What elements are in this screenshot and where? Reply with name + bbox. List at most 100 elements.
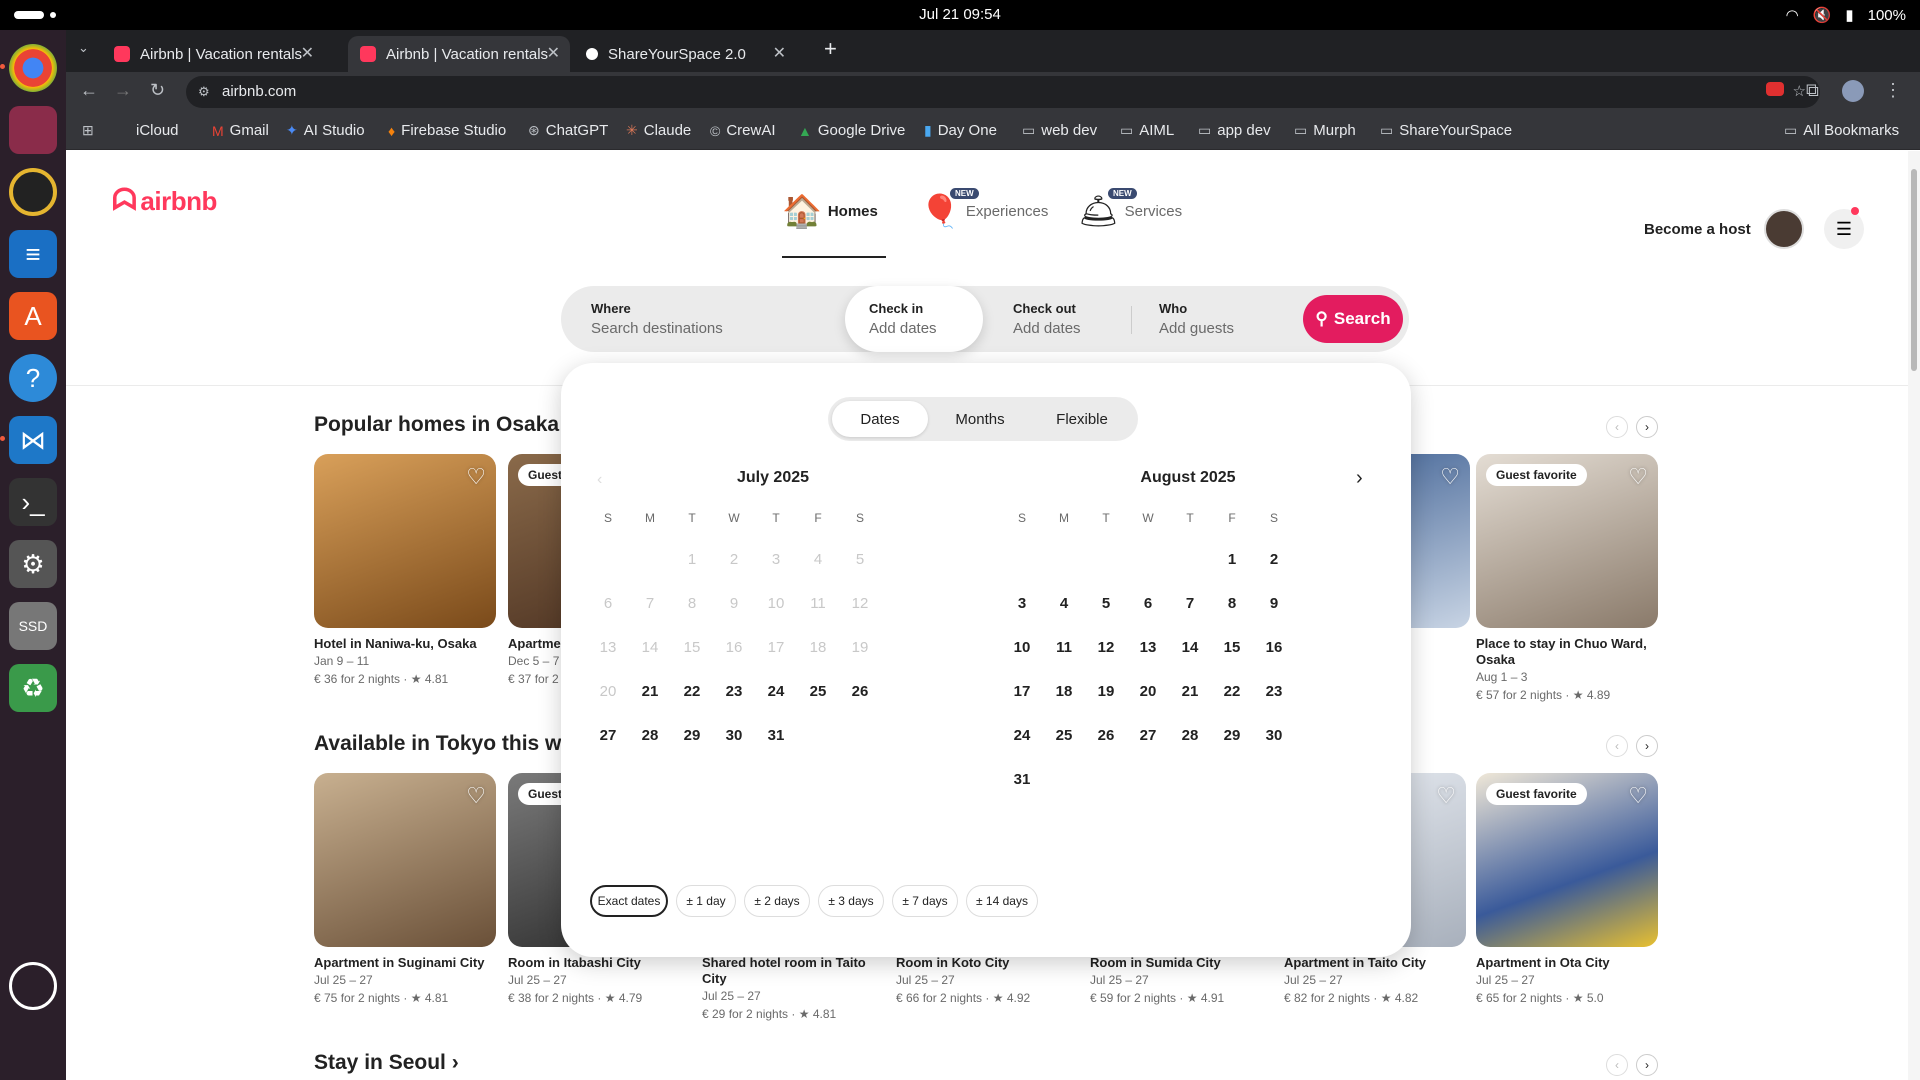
calendar-day[interactable]: 13 [1126,625,1170,669]
calendar-day[interactable]: 12 [1084,625,1128,669]
calendar-day[interactable]: 16 [1252,625,1296,669]
listing-card[interactable]: ♡ Hotel in Naniwa-ku, Osaka Jan 9 – 11 €… [314,454,496,686]
who-field[interactable]: Who Add guests [1129,286,1299,352]
calendar-day[interactable]: 28 [628,713,672,757]
calendar-day[interactable]: 15 [1210,625,1254,669]
next-month-icon[interactable]: › [1356,467,1363,490]
calendar-day[interactable]: 27 [1126,713,1170,757]
next-arrow-icon[interactable]: › [1636,1054,1658,1076]
category-experiences[interactable]: 🎈 NEW Experiences [920,181,1048,241]
reload-icon[interactable]: ↻ [150,80,165,101]
extension-icon[interactable] [1766,82,1784,96]
drive-icon[interactable]: SSD [9,602,57,650]
prev-month-icon[interactable]: ‹ [597,471,602,489]
bookmark-folder-murph[interactable]: ▭ Murph [1294,122,1356,139]
prev-arrow-icon[interactable]: ‹ [1606,416,1628,438]
profile-avatar[interactable] [1842,80,1864,102]
calendar-day[interactable]: 1 [1210,537,1254,581]
calendar-day[interactable]: 31 [1000,757,1044,801]
listing-photo[interactable]: Guest favorite ♡ [1476,773,1658,947]
mode-flexible-tab[interactable]: Flexible [1034,401,1130,437]
heart-icon[interactable]: ♡ [1628,464,1648,490]
listing-card[interactable]: ♡ Apartment in Suginami City Jul 25 – 27… [314,773,496,1005]
section-title-tokyo[interactable]: Available in Tokyo this wee [314,732,585,756]
tab-airbnb-2-active[interactable]: Airbnb | Vacation rentals ✕ [348,36,570,72]
bookmark-star-icon[interactable]: ☆ [1793,76,1806,108]
listing-card[interactable]: Guest favorite ♡ Apartment in Ota City Ju… [1476,773,1658,1005]
heart-icon[interactable]: ♡ [466,464,486,490]
prev-arrow-icon[interactable]: ‹ [1606,735,1628,757]
settings-icon[interactable]: ⚙ [9,540,57,588]
close-tab-icon[interactable]: ✕ [547,43,560,63]
calendar-day[interactable]: 26 [1084,713,1128,757]
extensions-puzzle-icon[interactable]: ⧉ [1806,80,1819,101]
calendar-day[interactable]: 29 [670,713,714,757]
category-services[interactable]: 🛎 NEW Services [1078,181,1182,241]
check-out-field[interactable]: Check out Add dates [983,286,1131,352]
calendar-day[interactable]: 19 [1084,669,1128,713]
calendar-day[interactable]: 8 [1210,581,1254,625]
calendar-day[interactable]: 20 [1126,669,1170,713]
calendar-day[interactable]: 17 [1000,669,1044,713]
rhythmbox-icon[interactable] [9,168,57,216]
flex-day-chip[interactable]: ± 7 days [892,885,958,917]
close-tab-icon[interactable]: ✕ [301,43,314,63]
bookmark-folder-web-dev[interactable]: ▭ web dev [1022,122,1097,139]
apps-grid-icon[interactable]: ⊞ [82,122,94,139]
calendar-day[interactable]: 7 [1168,581,1212,625]
calendar-day[interactable]: 30 [712,713,756,757]
search-button[interactable]: ⚲ Search [1303,295,1403,343]
bookmark-day-one[interactable]: ▮ Day One [924,122,997,139]
calendar-day[interactable]: 18 [1042,669,1086,713]
bookmark-ai-studio[interactable]: ✦ AI Studio [286,122,365,139]
help-icon[interactable]: ? [9,354,57,402]
calendar-day[interactable]: 24 [1000,713,1044,757]
calendar-day[interactable]: 14 [1168,625,1212,669]
bookmark-claude[interactable]: ✳ Claude [626,122,691,139]
where-field[interactable]: Where Search destinations [561,286,845,352]
airbnb-logo[interactable]: ᗣ airbnb [112,184,217,218]
avatar[interactable] [1764,209,1804,249]
next-arrow-icon[interactable]: › [1636,416,1658,438]
calendar-day[interactable]: 11 [1042,625,1086,669]
browser-menu-icon[interactable]: ⋮ [1884,80,1902,101]
close-tab-icon[interactable]: ✕ [773,43,786,63]
flex-day-chip[interactable]: ± 2 days [744,885,810,917]
calendar-day[interactable]: 25 [796,669,840,713]
bookmark-folder-shareyourspace[interactable]: ▭ ShareYourSpace [1380,122,1512,139]
writer-icon[interactable]: ≡ [9,230,57,278]
calendar-day[interactable]: 5 [1084,581,1128,625]
bookmark-crewai[interactable]: © CrewAI [710,122,776,139]
calendar-day[interactable]: 4 [1042,581,1086,625]
bookmark-chatgpt[interactable]: ⊛ ChatGPT [528,122,608,139]
section-title-osaka[interactable]: Popular homes in Osaka › [314,413,572,437]
heart-icon[interactable]: ♡ [1436,783,1456,809]
bookmark-folder-aiml[interactable]: ▭ AIML [1120,122,1174,139]
calendar-day[interactable]: 31 [754,713,798,757]
listing-card[interactable]: Guest favorite ♡ Place to stay in Chuo Wa… [1476,454,1658,702]
section-title-seoul[interactable]: Stay in Seoul › [314,1051,459,1075]
flex-day-chip[interactable]: ± 1 day [676,885,736,917]
listing-photo[interactable]: ♡ [314,454,496,628]
trash-icon[interactable]: ♻ [9,664,57,712]
app-center-icon[interactable]: A [9,292,57,340]
calendar-day[interactable]: 22 [670,669,714,713]
bookmark-firebase-studio[interactable]: ♦ Firebase Studio [388,122,506,139]
mode-dates-tab[interactable]: Dates [832,401,928,437]
menu-button[interactable]: ☰ [1824,209,1864,249]
category-homes[interactable]: 🏠 Homes [782,181,878,241]
heart-icon[interactable]: ♡ [466,783,486,809]
bookmark-folder-app-dev[interactable]: ▭ app dev [1198,122,1271,139]
scrollbar-thumb[interactable] [1911,169,1917,371]
calendar-day[interactable]: 6 [1126,581,1170,625]
listing-card[interactable]: Shared hotel room in Taito City Jul 25 –… [702,947,884,1021]
listing-photo[interactable]: Guest favorite ♡ [1476,454,1658,628]
tab-airbnb-1[interactable]: Airbnb | Vacation rentals ✕ [102,36,324,72]
become-a-host-link[interactable]: Become a host [1644,221,1751,238]
prev-arrow-icon[interactable]: ‹ [1606,1054,1628,1076]
system-clock[interactable]: Jul 21 09:54 [0,6,1920,23]
vscode-icon[interactable]: ⋈ [0,416,57,464]
tab-shareyourspace[interactable]: ShareYourSpace 2.0 ✕ [574,36,796,72]
site-info-icon[interactable]: ⚙ [198,76,210,108]
calendar-day[interactable]: 3 [1000,581,1044,625]
